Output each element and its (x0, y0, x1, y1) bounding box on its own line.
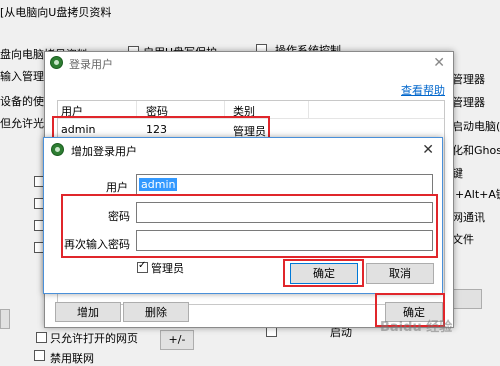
watermark: Baidu 经验 (380, 320, 453, 335)
app-icon (50, 56, 63, 69)
close-icon[interactable]: ✕ (422, 143, 434, 157)
bg-partial-button[interactable] (452, 289, 482, 309)
user-field[interactable]: admin (136, 174, 433, 195)
admin-checkbox[interactable] (137, 260, 148, 273)
cancel-button[interactable]: 取消 (366, 263, 434, 284)
admin-checkbox-label: 管理员 (151, 262, 184, 275)
highlight-password-fields (61, 194, 438, 258)
bg-right-line: l+Alt+A键 (452, 188, 500, 201)
bg-right-line: 网通讯 (452, 211, 485, 224)
add-button[interactable]: 增加 (55, 302, 121, 322)
bg-right-line: 管理器 (452, 73, 485, 86)
bg-right-line: 文件 (452, 233, 474, 246)
add-user-dialog-title: 增加登录用户 (71, 145, 137, 158)
bg-bottom-partial-1: 禁用联网 (50, 352, 94, 365)
highlight-admin-row (52, 116, 270, 139)
plus-minus-button[interactable]: +/- (160, 330, 194, 350)
bg-left-line: [从电脑向U盘拷贝资料 (0, 6, 112, 19)
add-user-dialog-titlebar[interactable]: 增加登录用户 ✕ (44, 138, 442, 160)
bg-right-line: 管理器 (452, 96, 485, 109)
bg-left-line: 但允许光 (0, 117, 44, 130)
bg-right-line: 化和Ghost (452, 144, 500, 157)
login-dialog-title: 登录用户 (69, 58, 113, 71)
help-link[interactable]: 查看帮助 (401, 82, 445, 98)
highlight-ok-button (283, 259, 364, 287)
user-label: 用户 (106, 181, 128, 194)
allow-web-checkbox[interactable] (36, 332, 47, 343)
login-dialog-titlebar[interactable]: 登录用户 ✕ (45, 52, 453, 74)
bg-left-edge-button[interactable] (0, 309, 10, 329)
app-icon (51, 143, 64, 156)
user-field-value: admin (139, 178, 178, 191)
bg-left-line: 输入管理 (0, 70, 44, 83)
allow-web-label: 只允许打开的网页 (50, 332, 138, 345)
bg-right-line: 启动电脑( (452, 120, 500, 133)
close-icon[interactable]: ✕ (433, 56, 445, 70)
delete-button[interactable]: 删除 (123, 302, 189, 322)
bg-bottom-checkbox[interactable] (34, 350, 45, 361)
